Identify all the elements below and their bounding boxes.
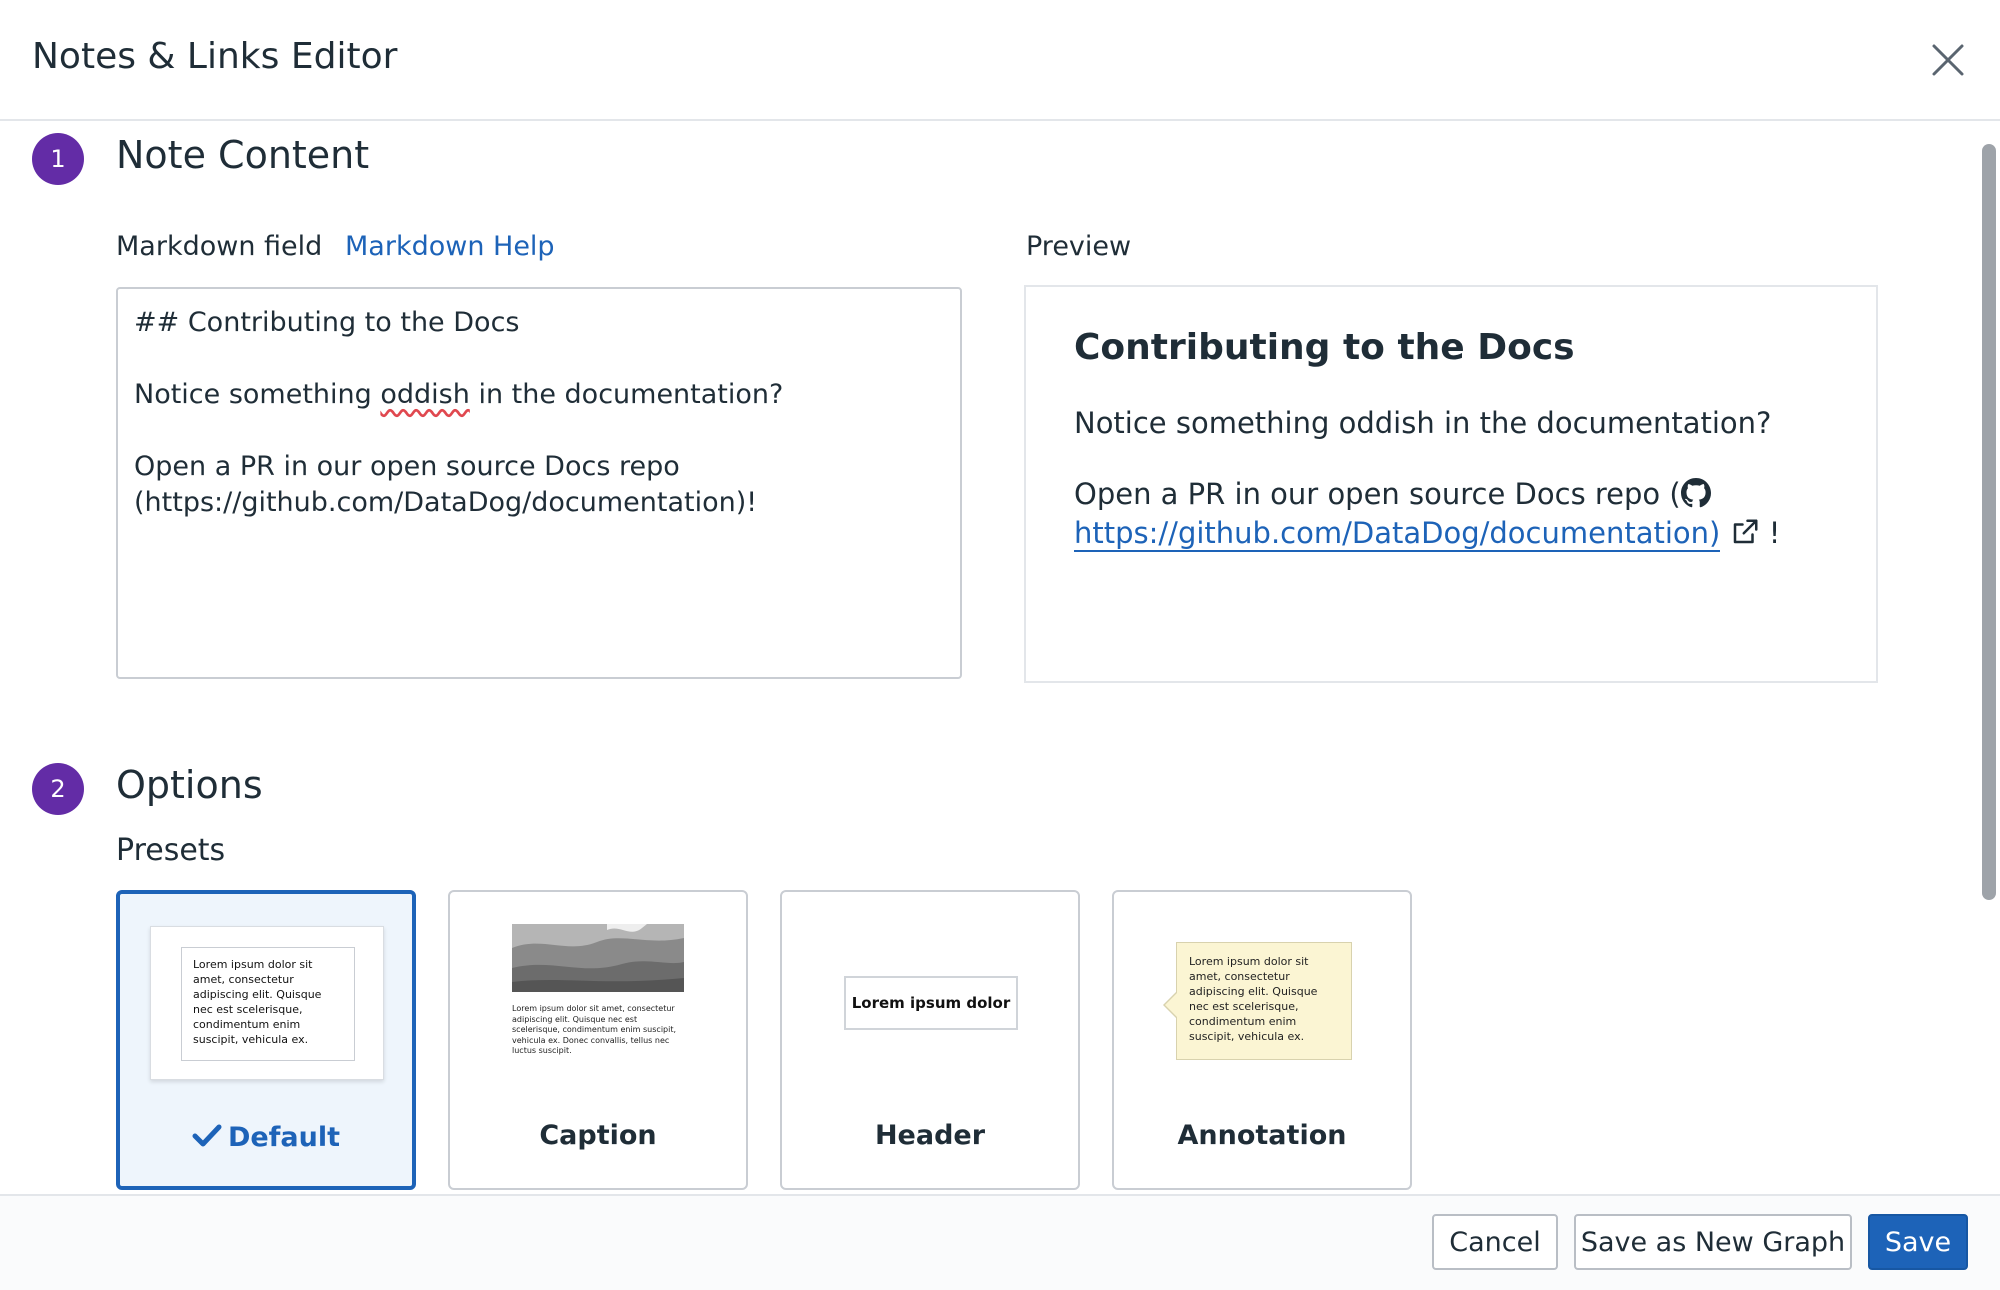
preset-card-default[interactable]: Lorem ipsum dolor sit amet, consectetur … <box>116 890 416 1190</box>
save-button[interactable]: Save <box>1868 1214 1968 1270</box>
preset-label: Annotation <box>1177 1120 1347 1151</box>
preview-heading: Contributing to the Docs <box>1074 327 1575 368</box>
markdown-line: Notice something oddish in the documenta… <box>134 379 784 410</box>
markdown-line: (https://github.com/DataDog/documentatio… <box>134 487 758 518</box>
save-as-new-graph-button[interactable]: Save as New Graph <box>1574 1214 1852 1270</box>
preset-card-header[interactable]: Lorem ipsum dolor Header <box>780 890 1080 1190</box>
markdown-field-label: Markdown field <box>116 231 323 262</box>
markdown-preview: Contributing to the Docs Notice somethin… <box>1024 285 1878 683</box>
markdown-textarea[interactable]: ## Contributing to the Docs Notice somet… <box>116 287 962 679</box>
step-number-badge: 1 <box>32 133 84 185</box>
dialog-body[interactable]: 1 Note Content Markdown field Markdown H… <box>0 121 1980 1194</box>
preset-thumbnail: Lorem ipsum dolor sit amet, consectetur … <box>150 926 384 1080</box>
preview-paragraph: Notice something oddish in the documenta… <box>1074 406 1772 440</box>
section-title-options: Options <box>116 763 263 807</box>
section-title-note-content: Note Content <box>116 133 370 177</box>
preview-label: Preview <box>1026 231 1132 262</box>
checkmark-icon <box>192 1123 222 1149</box>
github-icon <box>1680 478 1711 508</box>
preset-thumbnail: Lorem ipsum dolor sit amet, consectetur … <box>512 924 684 1057</box>
docs-repo-link[interactable]: https://github.com/DataDog/documentation… <box>1074 516 1721 552</box>
cancel-button[interactable]: Cancel <box>1432 1214 1558 1270</box>
preset-label: Default <box>120 1122 412 1153</box>
markdown-help-link[interactable]: Markdown Help <box>345 231 555 262</box>
step-number-badge: 2 <box>32 763 84 815</box>
preset-card-caption[interactable]: Lorem ipsum dolor sit amet, consectetur … <box>448 890 748 1190</box>
preset-label: Header <box>874 1120 986 1151</box>
landscape-image-icon <box>512 924 684 992</box>
markdown-line: ## Contributing to the Docs <box>134 307 520 338</box>
markdown-line: Open a PR in our open source Docs repo <box>134 451 680 482</box>
spellcheck-underline: oddish <box>380 379 470 410</box>
presets-label: Presets <box>116 833 226 868</box>
preset-card-annotation[interactable]: Lorem ipsum dolor sit amet, consectetur … <box>1112 890 1412 1190</box>
scrollbar-thumb[interactable] <box>1982 144 1996 900</box>
preset-thumbnail: Lorem ipsum dolor sit amet, consectetur … <box>1163 942 1352 1060</box>
external-link-icon <box>1730 517 1760 547</box>
dialog-title: Notes & Links Editor <box>32 36 398 77</box>
preset-thumbnail: Lorem ipsum dolor <box>844 976 1018 1030</box>
dialog-header: Notes & Links Editor <box>0 0 2000 121</box>
preview-paragraph: Open a PR in our open source Docs repo (… <box>1074 477 1781 552</box>
preset-label: Caption <box>539 1120 657 1151</box>
close-icon[interactable] <box>1928 40 1968 80</box>
dialog-footer: Cancel Save as New Graph Save <box>0 1194 2000 1290</box>
